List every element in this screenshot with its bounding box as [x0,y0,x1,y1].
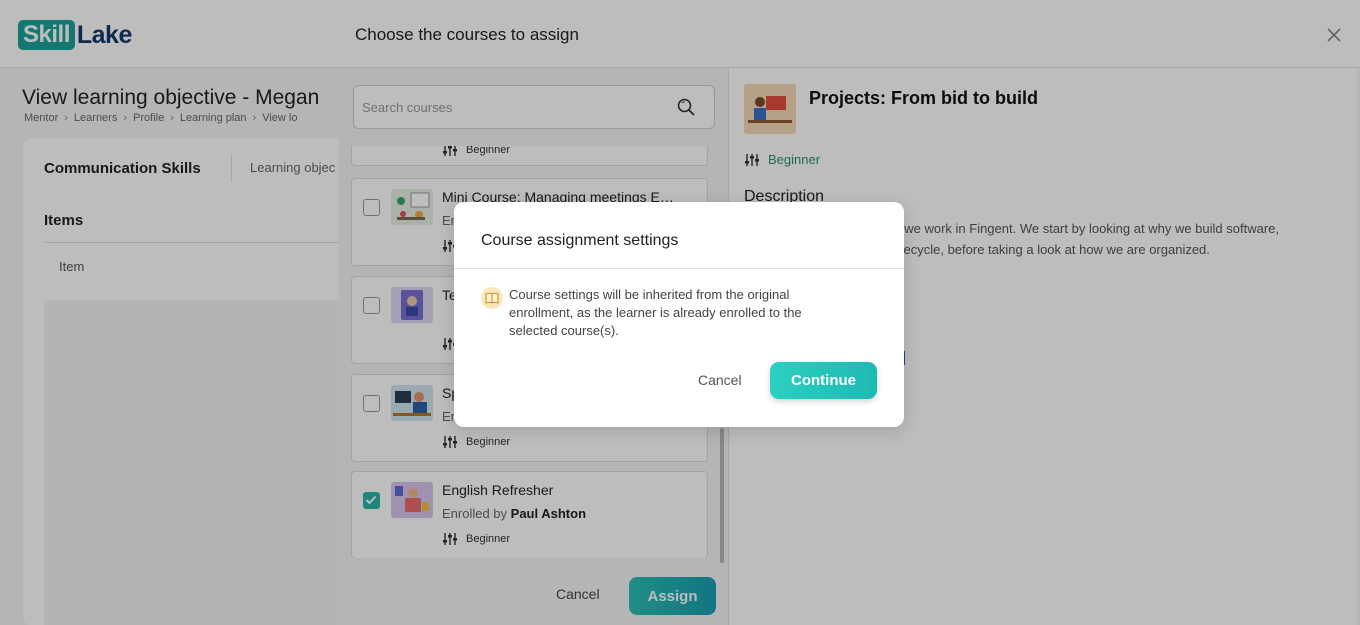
modal-title: Course assignment settings [481,232,679,249]
continue-button[interactable]: Continue [770,362,877,399]
book-icon [481,287,503,309]
modal-message: Course settings will be inherited from t… [509,287,802,338]
modal-divider [454,268,904,269]
modal-cancel-button[interactable]: Cancel [698,372,742,388]
course-assignment-settings-modal: Course assignment settings Course settin… [454,202,904,427]
